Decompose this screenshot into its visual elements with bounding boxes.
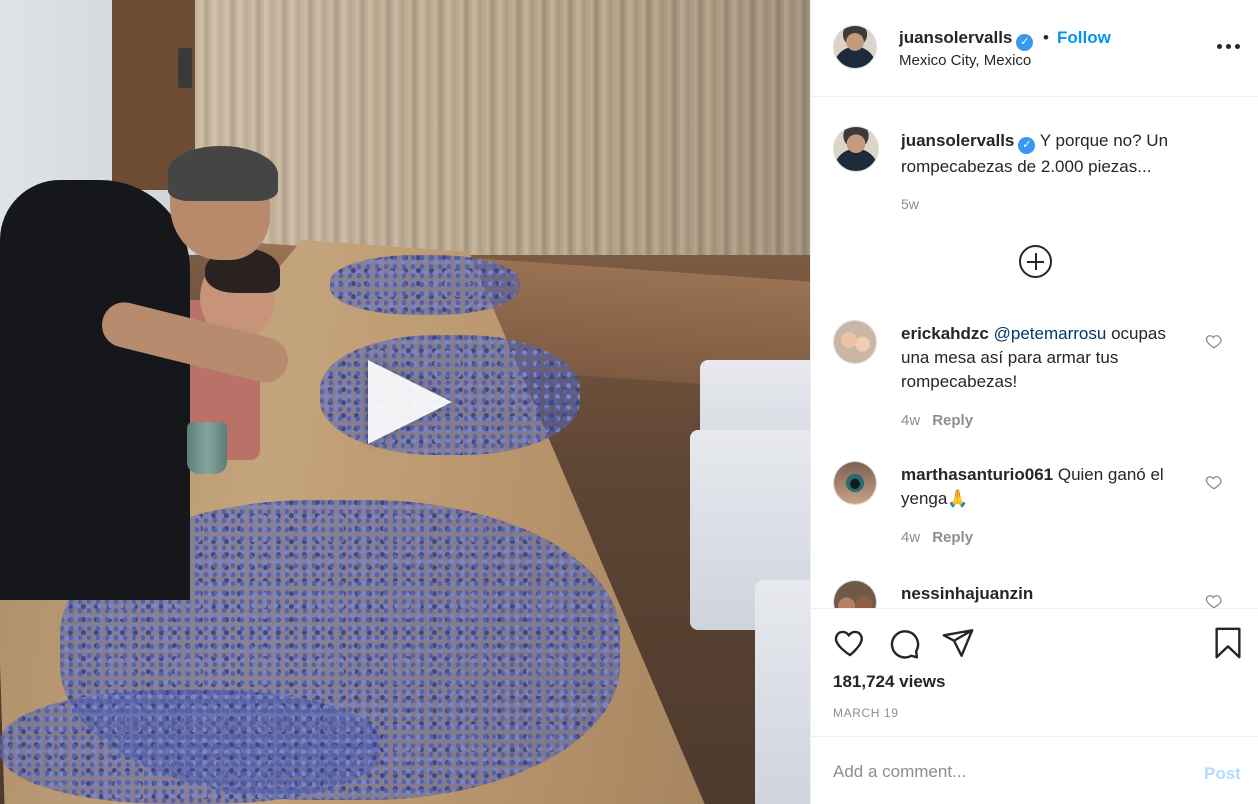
add-comment-bar: Post (811, 736, 1258, 804)
comment-avatar[interactable] (833, 320, 877, 364)
caption: juansolervalls ✓ Y porque no? Un rompecab… (901, 128, 1221, 179)
verified-badge-icon: ✓ (1018, 137, 1036, 154)
comment-timestamp[interactable]: 4w (901, 412, 920, 429)
reply-button[interactable]: Reply (932, 529, 973, 546)
video-scene-person (0, 180, 190, 600)
reply-button[interactable]: Reply (932, 412, 973, 429)
comment-meta: 4w Reply (901, 412, 973, 429)
post-header: juansolervalls ✓ • Follow Mexico City, Me… (811, 0, 1258, 97)
comment-input[interactable] (833, 759, 1173, 785)
caption-avatar[interactable] (833, 126, 879, 172)
comments-section[interactable]: juansolervalls ✓ Y porque no? Un rompecab… (811, 98, 1258, 608)
view-count[interactable]: 181,724 views (833, 672, 945, 692)
comment-body: marthasanturio061 Quien ganó el yenga🙏 (901, 463, 1191, 511)
video-scene-chair (755, 580, 810, 804)
comment-username[interactable]: nessinhajuanzin (901, 584, 1033, 603)
caption-username[interactable]: juansolervalls (901, 131, 1014, 150)
comment-body: erickahdzc @petemarrosu ocupas una mesa … (901, 322, 1191, 394)
more-options-icon[interactable] (1217, 44, 1241, 50)
video-scene-puzzle-pieces (0, 690, 380, 804)
comment-username[interactable]: marthasanturio061 (901, 465, 1053, 484)
comment-mention[interactable]: @petemarrosu (994, 324, 1107, 343)
verified-badge-icon: ✓ (1016, 34, 1034, 51)
post-date[interactable]: MARCH 19 (833, 706, 898, 720)
play-icon[interactable] (368, 360, 452, 444)
post-actions: 181,724 views MARCH 19 (811, 608, 1258, 736)
video-scene-cup (187, 422, 227, 474)
comment-like-heart-icon[interactable] (1205, 592, 1223, 608)
comment-username[interactable]: erickahdzc (901, 324, 989, 343)
caption-timestamp[interactable]: 5w (901, 196, 919, 212)
comment-meta: 4w Reply (901, 529, 973, 546)
comment-body: nessinhajuanzin (901, 582, 1191, 606)
video-scene-wall-shading (195, 0, 810, 280)
separator-dot: • (1043, 28, 1049, 47)
location-link[interactable]: Mexico City, Mexico (899, 52, 1031, 69)
post-video[interactable] (0, 0, 810, 804)
comment-avatar[interactable] (833, 461, 877, 505)
comment-like-heart-icon[interactable] (1205, 473, 1223, 491)
follow-button[interactable]: Follow (1057, 28, 1111, 48)
save-bookmark-icon[interactable] (1211, 626, 1245, 660)
comment-like-heart-icon[interactable] (1205, 332, 1223, 350)
load-more-comments-icon[interactable] (1019, 245, 1052, 278)
comment-icon[interactable] (887, 626, 921, 660)
header-username[interactable]: juansolervalls ✓ (899, 28, 1034, 51)
post-comment-button[interactable]: Post (1204, 764, 1241, 784)
avatar[interactable] (833, 25, 877, 69)
share-send-icon[interactable] (941, 626, 975, 660)
post-side-panel: juansolervalls ✓ • Follow Mexico City, Me… (810, 0, 1258, 804)
comment-avatar[interactable] (833, 580, 877, 608)
video-scene-door-handle (178, 48, 192, 88)
video-scene-puzzle-pieces (330, 255, 520, 315)
video-scene-person (168, 146, 278, 201)
like-heart-icon[interactable] (833, 626, 867, 660)
comment-timestamp[interactable]: 4w (901, 529, 920, 546)
header-username-text[interactable]: juansolervalls (899, 28, 1012, 47)
